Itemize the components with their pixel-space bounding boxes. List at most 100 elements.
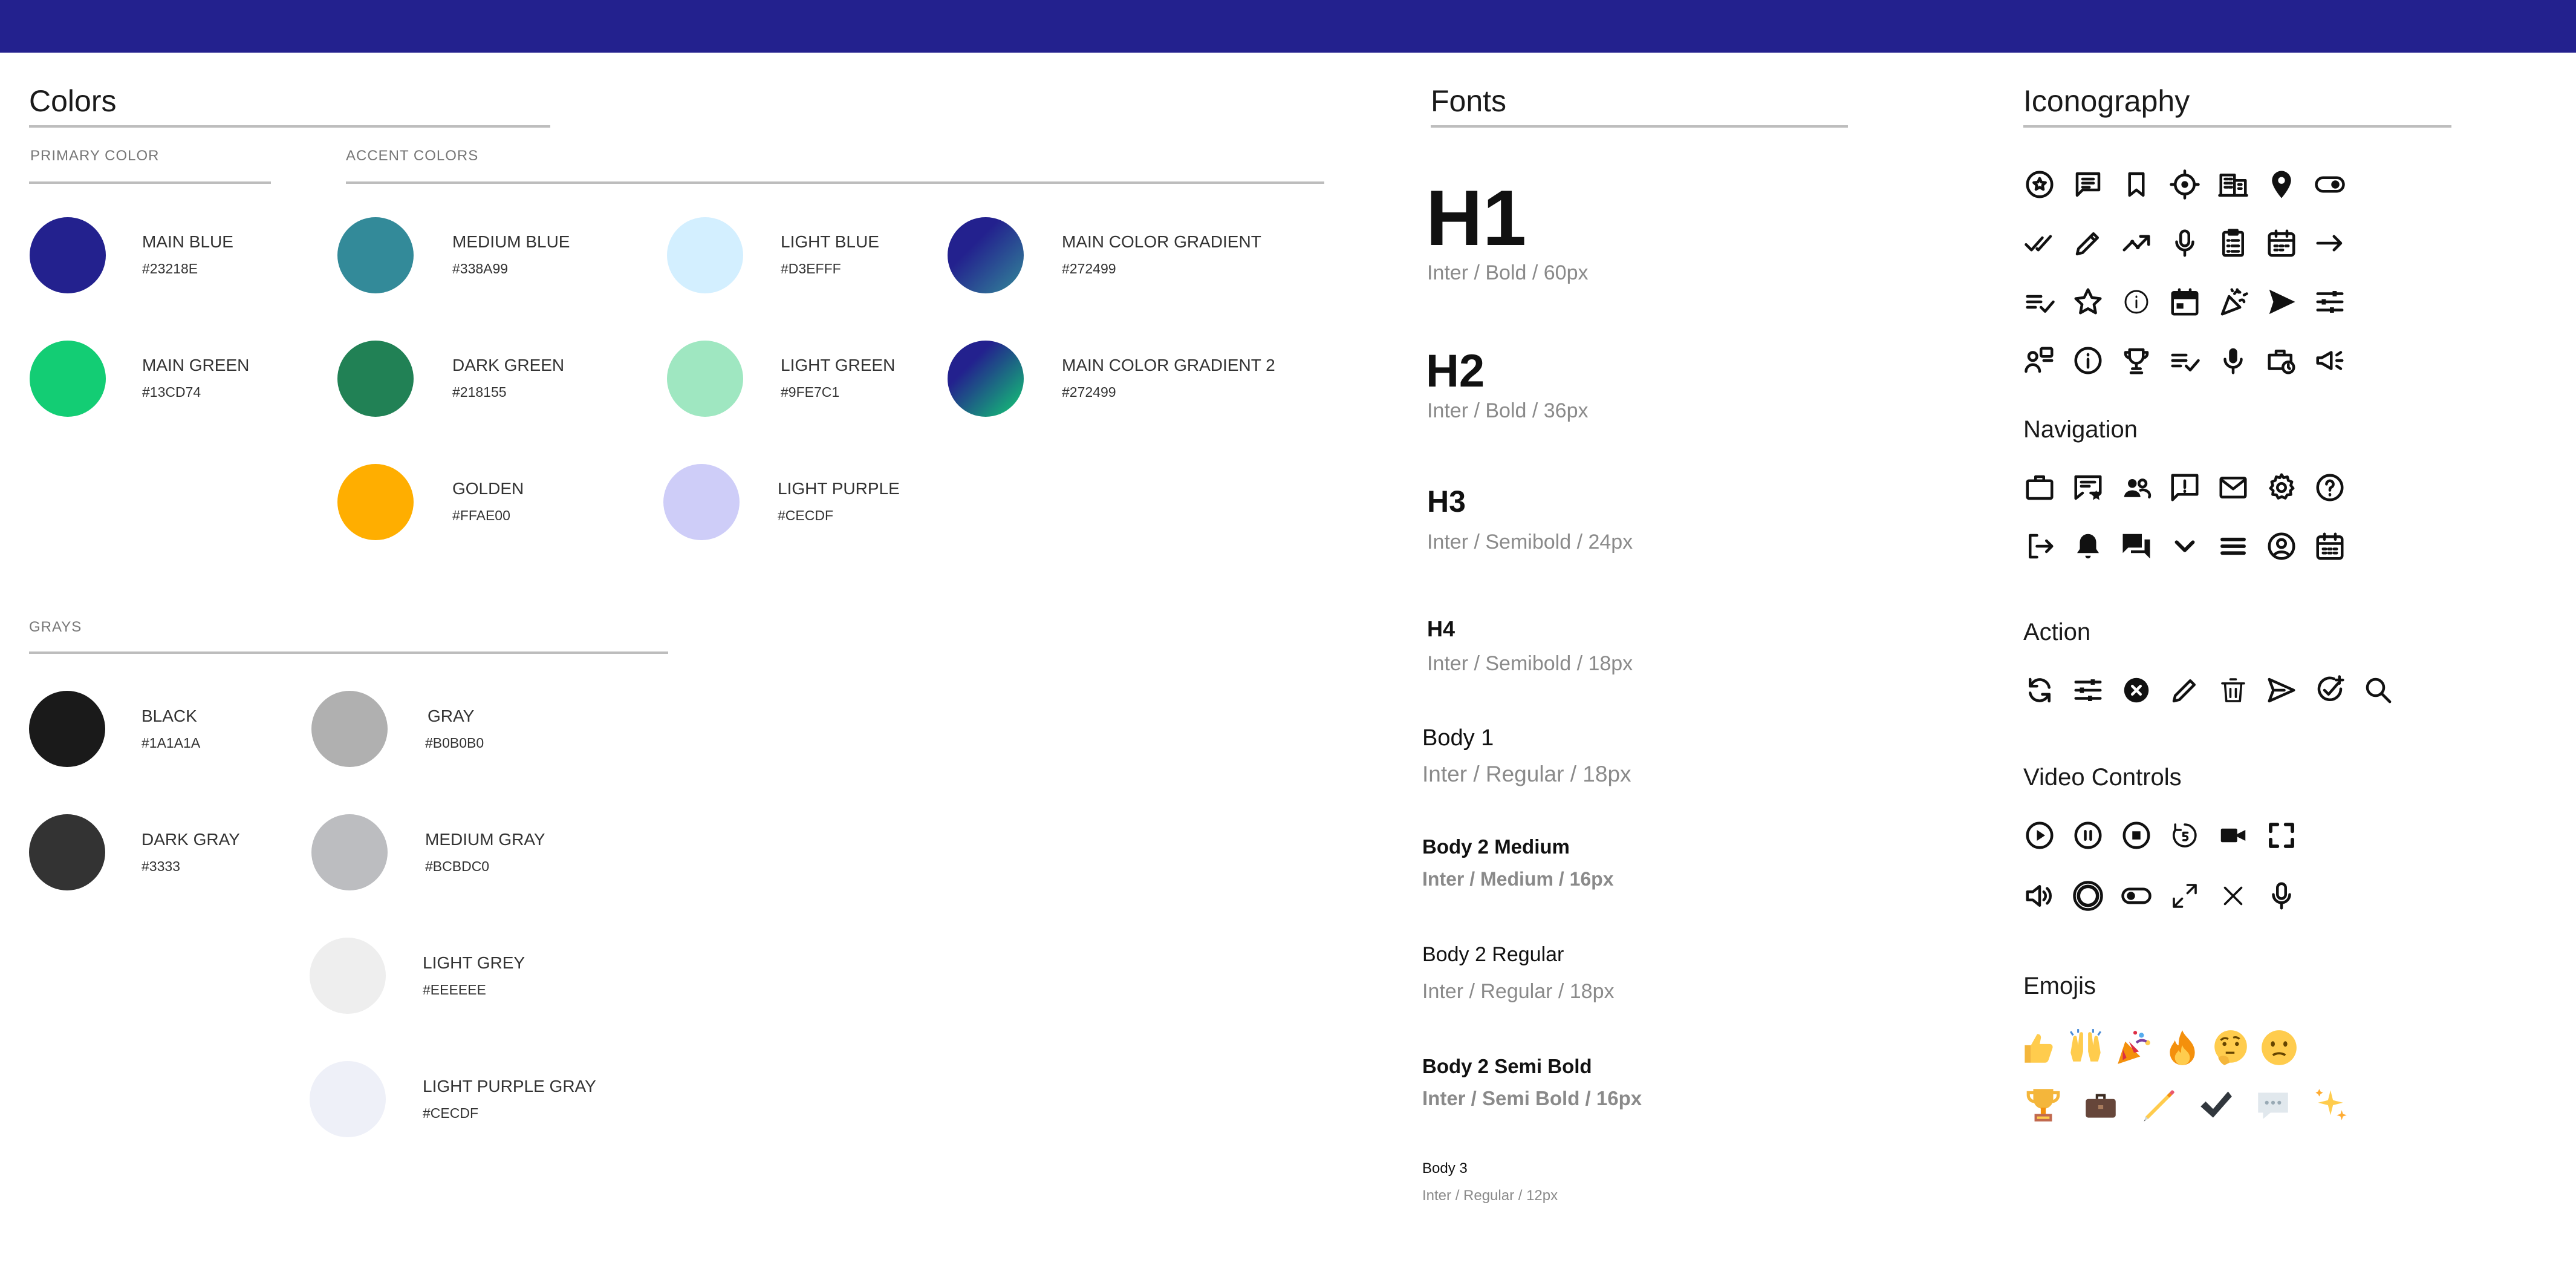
swatch-name: LIGHT PURPLE GRAY (423, 1077, 596, 1096)
font-spec-body-3: Inter / Regular / 12px (1422, 1187, 1558, 1204)
font-spec-body-2-regular: Inter / Regular / 18px (1422, 980, 1615, 1003)
swatch-gray (311, 691, 388, 767)
swatch-hex: #1A1A1A (141, 735, 201, 751)
confused-emoji (2259, 1028, 2299, 1068)
menu-icon (2217, 530, 2249, 563)
emojis-heading: Emojis (2023, 973, 2096, 999)
fullscreen-icon (2265, 819, 2298, 852)
feedback-icon (2168, 471, 2201, 504)
swatch-name: DARK GRAY (141, 830, 240, 849)
grays-label: GRAYS (29, 619, 82, 635)
swatch-name: MAIN GREEN (142, 356, 250, 374)
arrow-right-icon (2314, 227, 2346, 260)
swatch-light-green (667, 341, 743, 417)
swatch-light-blue (667, 217, 743, 293)
top-banner (0, 0, 2576, 53)
users-icon (2120, 471, 2153, 504)
location-pin-icon (2265, 168, 2298, 201)
swatch-hex: #BCBDC0 (425, 858, 490, 874)
colors-divider (29, 125, 550, 128)
people-chat-icon (2023, 344, 2056, 377)
swatch-hex: #23218E (142, 261, 198, 276)
swatch-light-grey (310, 938, 386, 1014)
toggle-icon (2314, 168, 2346, 201)
help-icon (2314, 471, 2346, 504)
swatch-hex: #338A99 (452, 261, 509, 276)
replay-5-icon (2168, 819, 2201, 852)
font-sample-h2: H2 (1426, 345, 1485, 397)
target-icon (2168, 168, 2201, 201)
briefcase-clock-icon (2265, 344, 2298, 377)
swatch-name: MEDIUM BLUE (452, 232, 570, 251)
close-circle-icon (2120, 674, 2153, 707)
swatch-main-blue (30, 217, 106, 293)
swatch-name: MAIN COLOR GRADIENT (1062, 232, 1261, 251)
thumbs-up-emoji (2017, 1028, 2057, 1068)
gear-icon (2265, 471, 2298, 504)
briefcase-icon (2023, 471, 2056, 504)
account-circle-icon (2265, 530, 2298, 563)
building-icon (2217, 168, 2249, 201)
tune-icon (2072, 674, 2104, 707)
thinking-emoji (2211, 1028, 2251, 1068)
pause-icon (2072, 819, 2104, 852)
primary-divider (29, 181, 271, 184)
swatch-golden (337, 464, 414, 540)
video-camera-icon (2217, 819, 2249, 852)
refresh-icon (2023, 674, 2056, 707)
font-spec-body-1: Inter / Regular / 18px (1422, 762, 1631, 786)
party-popper-emoji (2114, 1028, 2154, 1068)
swatch-hex: #FFAE00 (452, 508, 510, 523)
swatch-hex: #272499 (1062, 384, 1116, 400)
info-small-icon (2120, 286, 2153, 318)
briefcase-emoji (2081, 1085, 2121, 1125)
iconography-divider (2023, 125, 2451, 128)
swatch-hex: #13CD74 (142, 384, 201, 400)
chevron-down-icon (2168, 530, 2201, 563)
trophy-emoji (2023, 1085, 2063, 1125)
search-icon (2362, 674, 2395, 707)
swatch-name: GRAY (428, 707, 475, 725)
grays-divider (29, 651, 668, 654)
microphone-icon (2168, 227, 2201, 260)
record-icon (2072, 880, 2104, 912)
edit-icon (2168, 674, 2201, 707)
font-spec-h3: Inter / Semibold / 24px (1427, 531, 1633, 553)
pencil-icon (2072, 227, 2104, 260)
font-sample-body-1: Body 1 (1422, 725, 1494, 751)
font-spec-h2: Inter / Bold / 36px (1427, 399, 1589, 422)
swatch-name: GOLDEN (452, 479, 524, 498)
swatch-hex: #EEEEEE (423, 982, 486, 998)
toggle-switch-icon (2120, 880, 2153, 912)
iconography-heading: Iconography (2023, 84, 2190, 118)
swatch-hex: #3333 (141, 858, 180, 874)
trending-icon (2120, 227, 2153, 260)
expand-icon (2168, 880, 2201, 912)
playlist-check-icon (2168, 344, 2201, 377)
action-heading: Action (2023, 619, 2091, 645)
swatch-name: MEDIUM GRAY (425, 830, 545, 849)
mic-icon (2265, 880, 2298, 912)
font-sample-body-2-medium: Body 2 Medium (1422, 835, 1570, 858)
checklist-icon (2023, 286, 2056, 318)
forum-icon (2120, 530, 2153, 563)
add-check-icon (2314, 674, 2346, 707)
swatch-name: MAIN COLOR GRADIENT 2 (1062, 356, 1275, 374)
font-spec-body-2-semibold: Inter / Semi Bold / 16px (1422, 1087, 1642, 1109)
trash-icon (2217, 674, 2249, 707)
swatch-dark-green (337, 341, 414, 417)
font-sample-body-3: Body 3 (1422, 1160, 1468, 1177)
close-icon (2217, 880, 2249, 912)
stop-icon (2120, 819, 2153, 852)
swatch-name: BLACK (141, 707, 197, 725)
font-spec-body-2-medium: Inter / Medium / 16px (1422, 868, 1614, 890)
swatch-hex: #9FE7C1 (781, 384, 840, 400)
bookmark-icon (2120, 168, 2153, 201)
swatch-name: MAIN BLUE (142, 232, 233, 251)
video-controls-heading: Video Controls (2023, 764, 2182, 791)
colors-heading: Colors (29, 84, 117, 118)
logout-icon (2023, 530, 2056, 563)
raised-hands-emoji (2066, 1028, 2106, 1068)
navigation-heading: Navigation (2023, 416, 2138, 443)
swatch-main-color-gradient-2 (948, 341, 1024, 417)
